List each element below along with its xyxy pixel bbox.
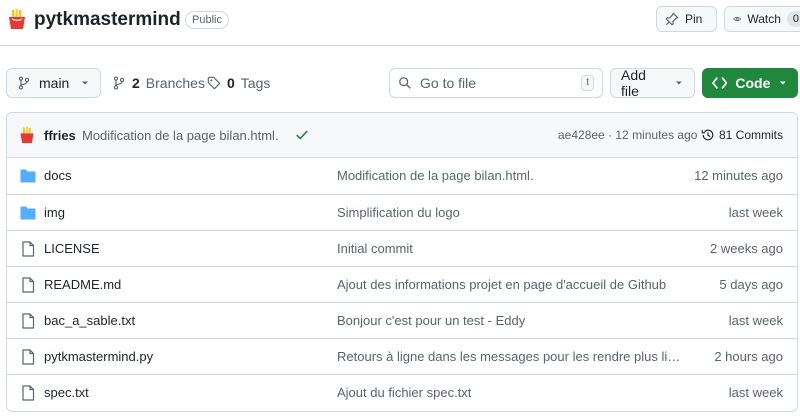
file-name-link[interactable]: README.md <box>44 277 121 292</box>
watch-label: Watch <box>747 12 781 26</box>
branch-name: main <box>39 75 70 91</box>
caret-down-icon <box>676 81 683 85</box>
tags-count: 0 <box>227 75 235 91</box>
file-row[interactable]: README.md Ajout des informations projet e… <box>7 266 797 302</box>
add-file-button[interactable]: Add file <box>610 67 695 99</box>
watch-count: 0 <box>786 11 800 27</box>
file-row[interactable]: LICENSE Initial commit 2 weeks ago <box>7 230 797 266</box>
visibility-badge: Public <box>185 11 229 29</box>
caret-down-icon <box>82 81 88 85</box>
file-commit-time: last week <box>728 385 783 400</box>
commit-message[interactable]: Modification de la page bilan.html. <box>82 128 279 143</box>
file-commit-time: 2 hours ago <box>714 349 783 364</box>
tags-link[interactable]: 0 Tags <box>207 68 270 98</box>
check-icon[interactable] <box>295 128 309 142</box>
file-commit-message[interactable]: Retours à ligne dans les messages pour l… <box>337 349 682 364</box>
file-icon <box>22 241 35 257</box>
repo-toolbar: main 2 Branches 0 Tags Go to file t Add … <box>0 67 800 99</box>
file-commit-message[interactable]: Ajout des informations projet en page d'… <box>337 277 666 292</box>
commit-author[interactable]: ffries <box>44 128 76 143</box>
file-name-link[interactable]: pytkmastermind.py <box>44 349 153 364</box>
repo-name[interactable]: pytkmastermind <box>34 9 181 31</box>
file-name-link[interactable]: spec.txt <box>44 385 89 400</box>
file-commit-message[interactable]: Simplification du logo <box>337 205 460 220</box>
avatar[interactable] <box>18 126 36 144</box>
pin-button[interactable]: Pin <box>656 6 717 32</box>
tag-icon <box>207 76 221 90</box>
code-label: Code <box>735 75 771 91</box>
tags-label: Tags <box>240 75 271 91</box>
latest-commit-bar: ffries Modification de la page bilan.htm… <box>7 113 797 158</box>
commits-count-label: 81 Commits <box>719 128 784 142</box>
file-row[interactable]: img Simplification du logo last week <box>7 194 797 230</box>
go-to-file-input[interactable]: Go to file t <box>389 68 603 98</box>
file-commit-time: 12 minutes ago <box>694 168 783 183</box>
code-button[interactable]: Code <box>702 68 798 98</box>
pin-icon <box>665 12 679 26</box>
search-placeholder: Go to file <box>420 75 477 91</box>
file-icon <box>22 349 35 365</box>
file-row[interactable]: pytkmastermind.py Retours à ligne dans le… <box>7 338 797 374</box>
branches-link[interactable]: 2 Branches <box>112 68 205 98</box>
file-commit-time: last week <box>728 313 783 328</box>
file-icon <box>22 277 35 293</box>
pin-label: Pin <box>685 12 703 26</box>
watch-button[interactable]: Watch 0 <box>724 6 800 32</box>
file-row[interactable]: docs Modification de la page bilan.html. 1… <box>7 158 797 194</box>
repo-header: pytkmastermind Public Pin Watch 0 <box>0 0 800 46</box>
add-file-label: Add file <box>621 67 646 99</box>
file-commit-time: 2 weeks ago <box>710 241 783 256</box>
branch-icon <box>18 76 30 90</box>
caret-down-icon <box>780 81 787 85</box>
code-icon <box>712 77 728 89</box>
commits-history-link[interactable]: 81 Commits <box>701 128 783 142</box>
file-commit-time: last week <box>728 205 783 220</box>
file-commit-message[interactable]: Initial commit <box>337 241 413 256</box>
file-icon <box>22 385 35 401</box>
file-commit-message[interactable]: Bonjour c'est pour un test - Eddy <box>337 313 525 328</box>
file-row[interactable]: bac_a_sable.txt Bonjour c'est pour un tes… <box>7 302 797 338</box>
commit-sha-time[interactable]: ae428ee · 12 minutes ago <box>558 128 697 142</box>
file-name-link[interactable]: img <box>44 205 65 220</box>
file-browser: ffries Modification de la page bilan.htm… <box>6 112 798 412</box>
branch-selector[interactable]: main <box>6 68 101 98</box>
folder-icon <box>20 169 36 183</box>
eye-icon <box>733 16 742 22</box>
history-icon <box>701 129 714 141</box>
file-row[interactable]: spec.txt Ajout du fichier spec.txt last we… <box>7 374 797 410</box>
folder-icon <box>20 206 36 220</box>
file-name-link[interactable]: LICENSE <box>44 241 100 256</box>
keyboard-shortcut-hint: t <box>581 75 594 91</box>
search-icon <box>399 77 411 89</box>
file-icon <box>22 313 35 329</box>
branches-label: Branches <box>145 75 205 91</box>
file-commit-message[interactable]: Modification de la page bilan.html. <box>337 168 534 183</box>
file-name-link[interactable]: bac_a_sable.txt <box>44 313 135 328</box>
file-name-link[interactable]: docs <box>44 168 71 183</box>
file-commit-message[interactable]: Ajout du fichier spec.txt <box>337 385 471 400</box>
branch-icon <box>113 76 125 90</box>
fries-logo-icon <box>9 9 25 29</box>
file-commit-time: 5 days ago <box>719 277 783 292</box>
branches-count: 2 <box>132 75 140 91</box>
